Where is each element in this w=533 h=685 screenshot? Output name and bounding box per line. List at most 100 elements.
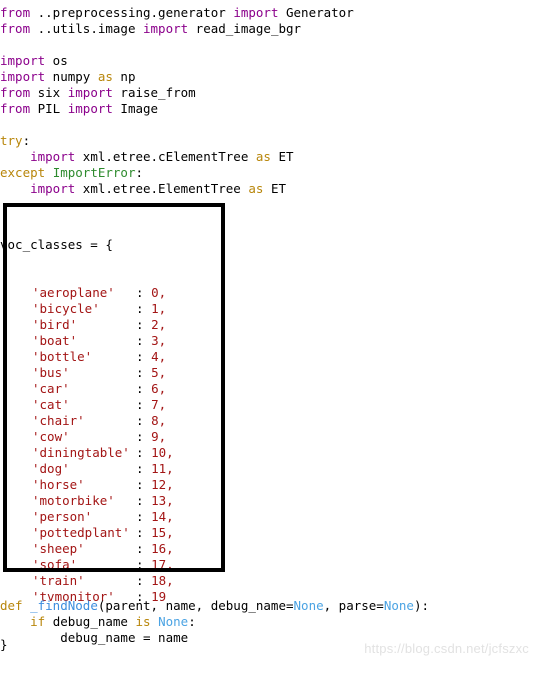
keyword-as: as: [255, 149, 271, 164]
dict-entry-key: 'train': [32, 573, 85, 588]
dict-entry-key: 'bicycle': [32, 301, 100, 316]
module-path: xml.etree.cElementTree: [75, 149, 256, 164]
dict-entry-colon: :: [136, 413, 152, 428]
dict-entry-list: 'aeroplane': 0,'bicycle': 1,'bird': 2,'b…: [0, 285, 174, 605]
dict-entry-key: 'dog': [32, 461, 70, 476]
module-path: ..utils.image: [30, 21, 143, 36]
keyword-from: from: [0, 101, 31, 116]
dict-entry-colon: :: [136, 557, 152, 572]
punctuation-colon: :: [135, 165, 144, 180]
keyword-import: import: [143, 21, 189, 36]
dict-entry-colon: :: [136, 461, 152, 476]
function-params: (parent, name, debug_name=: [97, 598, 294, 613]
dict-entry-key: 'boat': [32, 333, 78, 348]
dict-entry-row: 'sheep': 16,: [0, 541, 174, 557]
dict-entry-value: 5,: [151, 365, 167, 380]
dict-entry-colon: :: [136, 317, 152, 332]
dict-entry-row: 'person': 14,: [0, 509, 174, 525]
dict-entry-value: 2,: [151, 317, 167, 332]
dict-entry-value: 7,: [151, 397, 167, 412]
dict-entry-colon: :: [136, 573, 152, 588]
dict-entry-colon: :: [136, 285, 152, 300]
dict-entry-row: 'sofa': 17,: [0, 557, 174, 573]
dict-entry-row: 'bottle': 4,: [0, 349, 174, 365]
dict-entry-colon: :: [136, 445, 152, 460]
dict-entry-colon: :: [136, 509, 152, 524]
code-line: import os: [0, 53, 68, 68]
dict-entry-value: 0,: [151, 285, 167, 300]
dict-entry-colon: :: [136, 477, 152, 492]
dict-entry-key: 'chair': [32, 413, 85, 428]
dict-entry-colon: :: [136, 541, 152, 556]
module-path: six: [30, 85, 68, 100]
dict-entry-value: 11,: [151, 461, 174, 476]
constant-none: None: [383, 598, 414, 613]
import-alias: np: [112, 69, 136, 84]
dict-entry-key: 'person': [32, 509, 93, 524]
code-line: from six import raise_from: [0, 85, 196, 100]
import-alias: ET: [270, 149, 294, 164]
keyword-import: import: [0, 69, 46, 84]
code-section-standard-imports: import os import numpy as np from six im…: [0, 53, 196, 117]
keyword-from: from: [0, 5, 31, 20]
dict-entry-row: 'cow': 9,: [0, 429, 174, 445]
dict-entry-value: 13,: [151, 493, 174, 508]
dict-entry-value: 9,: [151, 429, 167, 444]
dict-entry-value: 6,: [151, 381, 167, 396]
dict-entry-row: 'pottedplant': 15,: [0, 525, 174, 541]
constant-none: None: [293, 598, 324, 613]
dict-entry-key: 'pottedplant': [32, 525, 130, 540]
dict-entry-colon: :: [136, 429, 152, 444]
import-alias: ET: [263, 181, 286, 196]
code-line: from ..preprocessing.generator import Ge…: [0, 5, 354, 20]
code-line: import xml.etree.cElementTree as ET: [0, 149, 294, 164]
code-line: import numpy as np: [0, 69, 135, 84]
dict-entry-row: 'diningtable': 10,: [0, 445, 174, 461]
keyword-import: import: [30, 149, 76, 164]
module-path: ..preprocessing.generator: [30, 5, 234, 20]
keyword-from: from: [0, 85, 31, 100]
imported-name: Image: [112, 101, 159, 116]
function-name: _findNode: [30, 598, 98, 613]
dict-entry-key: 'cow': [32, 429, 70, 444]
dict-entry-value: 17,: [151, 557, 174, 572]
dict-entry-value: 4,: [151, 349, 167, 364]
dict-entry-value: 3,: [151, 333, 167, 348]
code-screenshot-surface: from ..preprocessing.generator import Ge…: [0, 0, 533, 660]
code-line: from PIL import Image: [0, 101, 158, 116]
dict-entry-value: 14,: [151, 509, 174, 524]
dict-entry-row: 'train': 18,: [0, 573, 174, 589]
dict-entry-row: 'motorbike': 13,: [0, 493, 174, 509]
dict-header-line: voc_classes = {: [0, 237, 174, 253]
dict-entry-colon: :: [136, 365, 152, 380]
function-params: , parse=: [323, 598, 384, 613]
dict-entry-key: 'bus': [32, 365, 70, 380]
dict-entry-value: 12,: [151, 477, 174, 492]
punctuation-colon: :: [22, 133, 31, 148]
dict-entry-colon: :: [136, 493, 152, 508]
code-line: import xml.etree.ElementTree as ET: [0, 181, 286, 196]
dict-entry-row: 'dog': 11,: [0, 461, 174, 477]
dict-entry-row: 'horse': 12,: [0, 477, 174, 493]
keyword-try: try: [0, 133, 23, 148]
code-line: try:: [0, 133, 30, 148]
code-line: if debug_name is None:: [0, 614, 196, 629]
dict-entry-value: 8,: [151, 413, 167, 428]
keyword-def: def: [0, 598, 23, 613]
dict-entry-value: 16,: [151, 541, 174, 556]
keyword-as: as: [97, 69, 113, 84]
imported-name: Generator: [278, 5, 354, 20]
dict-entry-colon: :: [136, 301, 152, 316]
dict-entry-key: 'bottle': [32, 349, 93, 364]
dict-header: voc_classes = {: [0, 237, 113, 252]
code-section-find-node-function: def _findNode(parent, name, debug_name=N…: [0, 598, 429, 646]
keyword-from: from: [0, 21, 31, 36]
variable-name: debug_name: [45, 614, 136, 629]
keyword-import: import: [67, 101, 113, 116]
